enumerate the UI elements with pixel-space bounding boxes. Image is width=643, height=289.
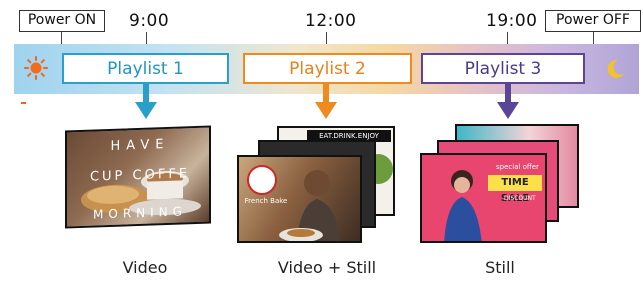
video-still-screen-front: French Bake [237,155,362,243]
playlist-3-box: Playlist 3 [421,53,585,84]
caption-video-still: Video + Still [277,258,377,277]
playlist-2-box: Playlist 2 [243,53,412,84]
french-bake-logo-text: French Bake [244,197,288,205]
sale-screen-front: special offer TIME SALE DISCOUNT [420,153,547,243]
power-on-label: Power ON [19,10,105,32]
time-label-19: 19:00 [486,11,538,31]
caption-still: Still [485,258,515,277]
moon-icon [607,59,624,78]
arrow-down-icon-playlist-3 [497,84,519,119]
time-label-9: 9:00 [129,11,170,31]
french-bake-logo [247,165,277,195]
sale-text-line3: DISCOUNT [504,195,536,202]
video-screen: HAVE CUP COFFE MORNING [65,125,211,229]
playlist-1-box: Playlist 1 [62,53,229,84]
arrow-down-icon-playlist-2 [315,84,337,119]
arrow-down-icon-playlist-1 [135,84,157,119]
sale-text-line1: special offer [496,163,539,171]
time-label-12: 12:00 [305,11,357,31]
sun-dash-mark [21,102,26,104]
caption-video: Video [122,258,168,277]
sale-text-line2: TIME SALE [488,175,542,204]
power-off-label: Power OFF [545,10,641,32]
sun-icon [24,56,48,80]
